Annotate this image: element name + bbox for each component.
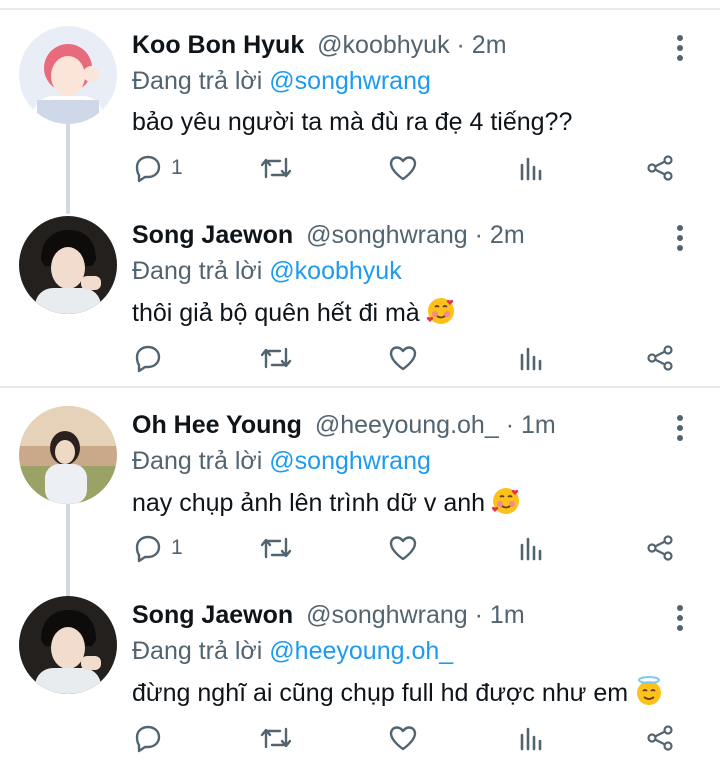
like-icon [389, 536, 417, 561]
tweet-text-content: đừng nghĩ ai cũng chụp full hd được như … [132, 679, 629, 707]
tweet[interactable]: Song Jaewon @songhwrang · 1m Đang trả lờ… [0, 580, 720, 770]
tweet-header: Song Jaewon @songhwrang · 1m [132, 600, 525, 630]
display-name[interactable]: Song Jaewon [132, 601, 293, 629]
retweet-icon [260, 727, 292, 749]
retweet-icon [260, 347, 292, 369]
avatar[interactable] [19, 26, 117, 124]
tweet-text: thôi giả bộ quên hết đi mà [132, 296, 456, 334]
reply-button[interactable] [133, 718, 163, 758]
mention-link[interactable]: @songhwrang [269, 67, 431, 95]
timestamp[interactable]: · 2m [475, 221, 525, 249]
avatar[interactable] [19, 216, 117, 314]
reply-count: 1 [171, 156, 183, 179]
like-button[interactable] [388, 528, 418, 568]
timestamp[interactable]: · 1m [475, 601, 525, 629]
like-button[interactable] [388, 148, 418, 188]
action-bar [0, 718, 720, 758]
share-icon [647, 345, 673, 371]
action-bar [0, 338, 720, 378]
tweet-text: đừng nghĩ ai cũng chụp full hd được như … [132, 676, 664, 714]
replying-to: Đang trả lời @heeyoung.oh_ [132, 636, 453, 666]
handle[interactable]: @heeyoung.oh_ [315, 411, 499, 439]
reply-icon [135, 345, 161, 373]
tweet[interactable]: Oh Hee Young @heeyoung.oh_ · 1m Đang trả… [0, 390, 720, 580]
reply-count: 1 [171, 536, 183, 559]
share-icon [647, 725, 673, 751]
action-bar: 1 [0, 148, 720, 188]
share-icon [647, 155, 673, 181]
tweet[interactable]: Song Jaewon @songhwrang · 2m Đang trả lờ… [0, 200, 720, 390]
retweet-button[interactable] [258, 148, 294, 188]
retweet-button[interactable] [258, 718, 294, 758]
analytics-icon [520, 347, 542, 371]
share-button[interactable] [645, 338, 675, 378]
share-button[interactable] [645, 528, 675, 568]
analytics-button[interactable] [518, 718, 544, 758]
avatar[interactable] [19, 596, 117, 694]
tweet-text: bảo yêu người ta mà đù ra đẹ 4 tiếng?? [132, 108, 573, 136]
replying-label: Đang trả lời [132, 637, 263, 665]
tweet-text-content: thôi giả bộ quên hết đi mà [132, 299, 420, 327]
handle[interactable]: @songhwrang [306, 221, 468, 249]
action-bar: 1 [0, 528, 720, 568]
tweet[interactable]: Koo Bon Hyuk @koobhyuk · 2m Đang trả lời… [0, 10, 720, 200]
handle[interactable]: @koobhyuk [317, 31, 449, 59]
more-icon[interactable] [668, 30, 692, 66]
reply-button[interactable]: 1 [133, 148, 183, 188]
analytics-icon [520, 727, 542, 751]
analytics-button[interactable] [518, 528, 544, 568]
retweet-button[interactable] [258, 338, 294, 378]
like-button[interactable] [388, 338, 418, 378]
reply-button[interactable]: 1 [133, 528, 183, 568]
analytics-icon [520, 157, 542, 181]
smiling-face-with-hearts-icon [426, 296, 456, 334]
smiling-face-with-hearts-icon [491, 486, 521, 524]
like-icon [389, 156, 417, 181]
display-name[interactable]: Song Jaewon [132, 221, 293, 249]
timestamp[interactable]: · 2m [457, 31, 507, 59]
reply-icon [135, 725, 161, 753]
replying-to: Đang trả lời @songhwrang [132, 446, 431, 476]
handle[interactable]: @songhwrang [306, 601, 468, 629]
analytics-button[interactable] [518, 338, 544, 378]
tweet-text: nay chụp ảnh lên trình dữ v anh [132, 486, 521, 524]
timestamp[interactable]: · 1m [506, 411, 556, 439]
more-icon[interactable] [668, 220, 692, 256]
mention-link[interactable]: @heeyoung.oh_ [269, 637, 453, 665]
reply-icon [135, 155, 161, 183]
retweet-icon [260, 537, 292, 559]
smiling-face-with-halo-icon [634, 676, 664, 714]
like-icon [389, 726, 417, 751]
more-icon[interactable] [668, 600, 692, 636]
replying-label: Đang trả lời [132, 67, 263, 95]
analytics-button[interactable] [518, 148, 544, 188]
replying-label: Đang trả lời [132, 447, 263, 475]
like-button[interactable] [388, 718, 418, 758]
analytics-icon [520, 537, 542, 561]
reply-button[interactable] [133, 338, 163, 378]
tweet-header: Oh Hee Young @heeyoung.oh_ · 1m [132, 410, 556, 440]
tweet-text-content: nay chụp ảnh lên trình dữ v anh [132, 489, 486, 517]
like-icon [389, 346, 417, 371]
display-name[interactable]: Koo Bon Hyuk [132, 31, 304, 59]
replying-to: Đang trả lời @koobhyuk [132, 256, 402, 286]
replying-label: Đang trả lời [132, 257, 263, 285]
tweet-header: Koo Bon Hyuk @koobhyuk · 2m [132, 30, 507, 60]
mention-link[interactable]: @koobhyuk [269, 257, 401, 285]
share-button[interactable] [645, 148, 675, 188]
retweet-button[interactable] [258, 528, 294, 568]
avatar[interactable] [19, 406, 117, 504]
share-icon [647, 535, 673, 561]
more-icon[interactable] [668, 410, 692, 446]
display-name[interactable]: Oh Hee Young [132, 411, 302, 439]
retweet-icon [260, 157, 292, 179]
mention-link[interactable]: @songhwrang [269, 447, 431, 475]
share-button[interactable] [645, 718, 675, 758]
replying-to: Đang trả lời @songhwrang [132, 66, 431, 96]
tweet-header: Song Jaewon @songhwrang · 2m [132, 220, 525, 250]
reply-icon [135, 535, 161, 563]
